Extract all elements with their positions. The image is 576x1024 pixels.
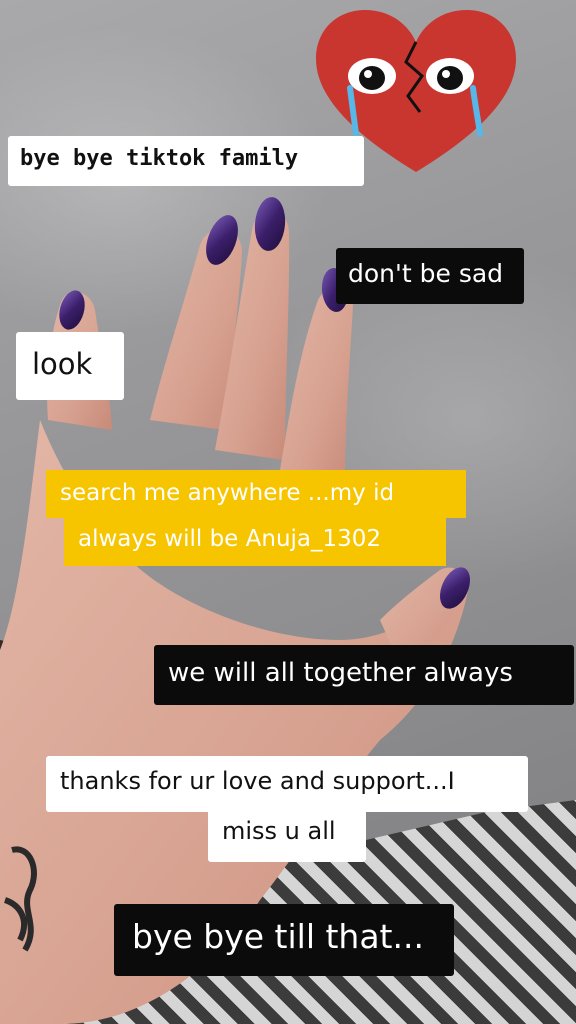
caption-text: bye bye till that... — [132, 917, 424, 956]
caption-dont-be-sad: don't be sad — [336, 248, 524, 304]
caption-together: we will all together always — [154, 645, 574, 705]
caption-text: thanks for ur love and support...I — [60, 767, 455, 795]
caption-bye-bye-till: bye bye till that... — [114, 904, 454, 976]
caption-thanks-line2: miss u all — [208, 810, 366, 862]
caption-search-line1: search me anywhere ...my id — [46, 470, 466, 518]
caption-text: miss u all — [222, 817, 336, 845]
caption-text: search me anywhere ...my id — [60, 480, 395, 506]
caption-text: bye bye tiktok family — [20, 146, 299, 171]
caption-bye-bye-family: bye bye tiktok family — [8, 136, 364, 186]
caption-search-line2: always will be Anuja_1302 — [64, 518, 446, 566]
caption-thanks-line1: thanks for ur love and support...I — [46, 756, 528, 812]
caption-text: don't be sad — [348, 259, 504, 288]
caption-text: we will all together always — [168, 658, 513, 688]
caption-text: always will be Anuja_1302 — [78, 526, 382, 552]
caption-look: look — [16, 332, 124, 400]
caption-text: look — [32, 347, 93, 381]
